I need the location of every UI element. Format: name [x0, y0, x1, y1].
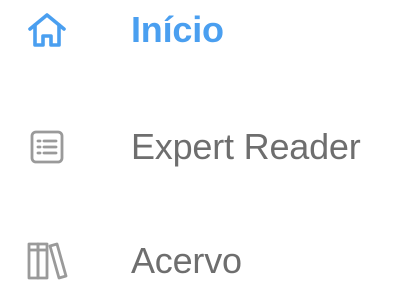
- sidebar-nav: Início Expert Reader Acervo: [0, 0, 409, 287]
- sidebar-item-expert-reader[interactable]: Expert Reader: [0, 109, 409, 185]
- sidebar-item-label: Expert Reader: [131, 126, 361, 167]
- library-books-icon: [14, 228, 80, 294]
- sidebar-item-acervo[interactable]: Acervo: [0, 223, 409, 299]
- sidebar-item-inicio[interactable]: Início: [0, 0, 409, 68]
- sidebar-item-label: Início: [131, 9, 224, 50]
- list-document-icon: [14, 114, 80, 180]
- home-icon: [14, 0, 80, 63]
- sidebar-item-label: Acervo: [131, 240, 242, 281]
